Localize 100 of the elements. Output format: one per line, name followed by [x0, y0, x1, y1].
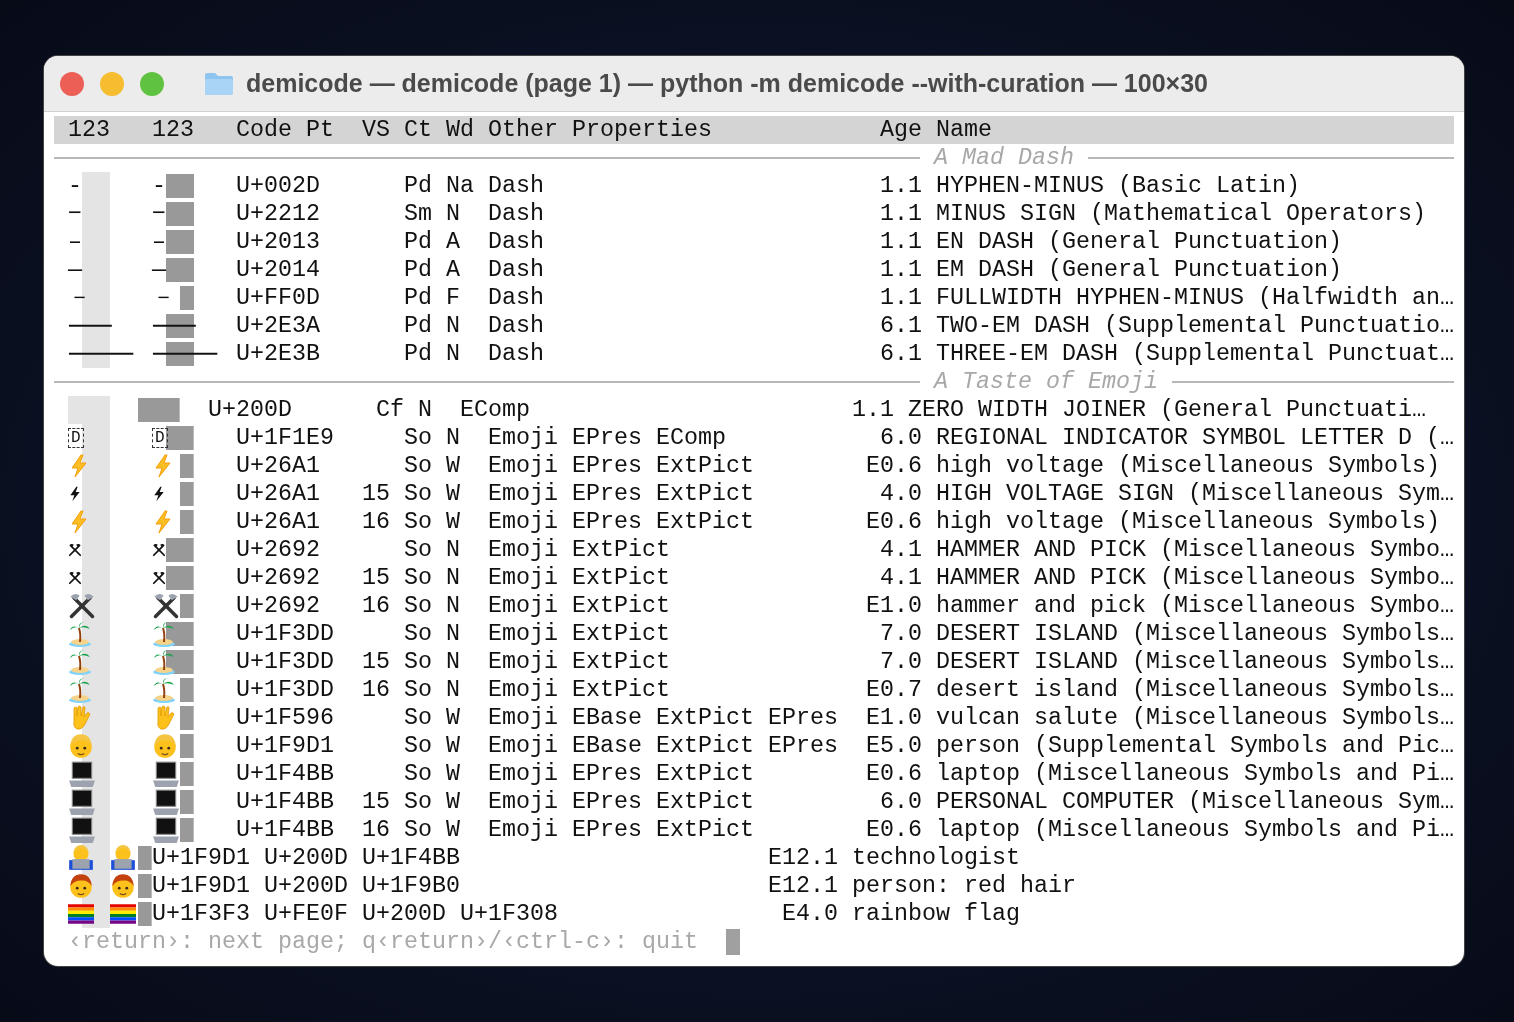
- palm-island-icon: [68, 648, 92, 676]
- code-point-cell-text: U+1F9D1 U+200D U+1F4BB: [152, 844, 461, 872]
- width-cell-text: W: [446, 480, 461, 508]
- category-cell: Pd: [404, 228, 432, 256]
- zoom-button[interactable]: [140, 71, 164, 96]
- glyph-column-header: 123: [152, 116, 194, 144]
- character-name-cell: vulcan salute (Miscellaneous Symbols…: [936, 704, 1454, 732]
- palm-island-icon: [68, 676, 92, 704]
- code-point-cell-text: U+1F4BB: [236, 788, 335, 816]
- width-cell-text: F: [446, 284, 461, 312]
- glyph-column-header: 123: [68, 116, 110, 144]
- category-header: Ct: [404, 116, 432, 144]
- hammer-and-pick-icon: [68, 592, 96, 620]
- width-cell-text: N: [446, 424, 461, 452]
- age-cell-text: E1.0: [865, 592, 922, 620]
- rainbow-flag-icon: [110, 904, 136, 924]
- width-cell-text: W: [446, 732, 461, 760]
- age-cell-text: 7.0: [879, 620, 922, 648]
- character-name-cell: laptop (Miscellaneous Symbols and Pi…: [936, 760, 1454, 788]
- character-name-cell-text: technologist: [852, 844, 1021, 872]
- character-name-cell: HIGH VOLTAGE SIGN (Miscellaneous Sym…: [936, 480, 1454, 508]
- age-cell-text: E0.6: [865, 452, 922, 480]
- age-cell-text: E0.6: [865, 508, 922, 536]
- laptop-icon: [68, 788, 96, 816]
- text-cursor: [725, 929, 740, 955]
- age-cell-text: 1.1: [879, 256, 922, 284]
- character-name-cell: FULLWIDTH HYPHEN-MINUS (Halfwidth an…: [936, 284, 1454, 312]
- age-cell-text: E0.7: [865, 676, 922, 704]
- properties-cell-text: Dash: [488, 312, 545, 340]
- category-cell: Pd: [404, 312, 432, 340]
- age-cell-text: 4.1: [879, 536, 922, 564]
- properties-cell-text: Dash: [488, 284, 545, 312]
- close-button[interactable]: [60, 71, 84, 96]
- lightning-bolt-icon: [68, 510, 90, 534]
- width-cell-text: N: [446, 312, 461, 340]
- width-cell-text: A: [446, 256, 461, 284]
- age-cell-text: E0.6: [865, 816, 922, 844]
- width-cell-text: W: [446, 760, 461, 788]
- category-cell: So: [404, 704, 432, 732]
- variation-selector-cell: 16: [362, 676, 390, 704]
- age-cell-text: 6.1: [879, 312, 922, 340]
- character-name-cell: TWO-EM DASH (Supplemental Punctuatio…: [936, 312, 1454, 340]
- minimize-button[interactable]: [100, 71, 124, 96]
- hammer-and-pick-icon: [68, 571, 82, 585]
- category-cell: So: [404, 564, 432, 592]
- properties-cell-text: Emoji ExtPict: [488, 620, 671, 648]
- laptop-icon: [152, 788, 180, 816]
- category-cell: Pd: [404, 256, 432, 284]
- category-cell: So: [404, 424, 432, 452]
- age-cell-text: 6.1: [879, 340, 922, 368]
- code-point-cell-text: U+200D: [208, 396, 293, 424]
- character-name-cell: DESERT ISLAND (Miscellaneous Symbols…: [936, 648, 1454, 676]
- technologist-icon: [68, 844, 94, 872]
- code-point-cell-text: U+26A1: [236, 480, 321, 508]
- category-cell: So: [404, 480, 432, 508]
- variation-selector-cell: 15: [362, 648, 390, 676]
- width-cell-text: W: [446, 816, 461, 844]
- variation-selector-cell: 15: [362, 788, 390, 816]
- properties-cell-text: Emoji ExtPict: [488, 592, 671, 620]
- age-cell-text: 1.1: [879, 172, 922, 200]
- category-cell: Pd: [404, 284, 432, 312]
- properties-cell-text: Emoji ExtPict: [488, 648, 671, 676]
- lightning-bolt-icon: [152, 454, 174, 478]
- width-cell-text: W: [446, 452, 461, 480]
- properties-cell-text: Dash: [488, 200, 545, 228]
- boxed-letter-glyph: D: [68, 428, 84, 448]
- category-cell: Cf: [376, 396, 404, 424]
- properties-header: Other Properties: [488, 116, 712, 144]
- palm-island-icon: [68, 620, 92, 648]
- character-name-cell-text: person: red hair: [852, 872, 1077, 900]
- code-point-cell-text: U+26A1: [236, 452, 321, 480]
- character-name-cell-text: MINUS SIGN (Mathematical Operators): [936, 200, 1427, 228]
- lightning-bolt-icon: [152, 510, 174, 534]
- prompt-text: ‹return›: next page; q‹return›/‹ctrl-c›: quit: [67, 928, 698, 956]
- width-cell-text: W: [446, 508, 461, 536]
- properties-cell-text: EComp: [460, 396, 531, 424]
- category-cell: So: [404, 620, 432, 648]
- age-cell-text: E5.0: [865, 732, 922, 760]
- person-face-icon: [110, 872, 136, 900]
- properties-cell-text: Emoji EPres EComp: [488, 424, 727, 452]
- category-cell: Sm: [404, 200, 432, 228]
- character-name-cell-text: EN DASH (General Punctuation): [936, 228, 1343, 256]
- properties-cell-text: Dash: [488, 172, 545, 200]
- category-cell: So: [404, 592, 432, 620]
- laptop-icon: [68, 760, 96, 788]
- code-point-cell-text: U+2692: [236, 592, 321, 620]
- properties-cell-text: Emoji EPres ExtPict: [488, 760, 755, 788]
- character-name-cell: HAMMER AND PICK (Miscellaneous Symbo…: [936, 536, 1454, 564]
- width-header: Wd: [446, 116, 474, 144]
- properties-cell-text: Dash: [488, 256, 545, 284]
- code-point-cell-text: U+2212: [236, 200, 321, 228]
- category-cell: So: [404, 788, 432, 816]
- code-point-cell-text: U+2E3A: [236, 312, 321, 340]
- age-cell-text: 1.1: [879, 284, 922, 312]
- lightning-bolt-icon: [68, 454, 90, 478]
- age-cell-text: 1.1: [879, 228, 922, 256]
- code-point-cell-text: U+1F3DD: [236, 620, 335, 648]
- width-marker: [138, 902, 152, 926]
- palm-island-icon: [152, 648, 176, 676]
- variation-selector-cell: 16: [362, 508, 390, 536]
